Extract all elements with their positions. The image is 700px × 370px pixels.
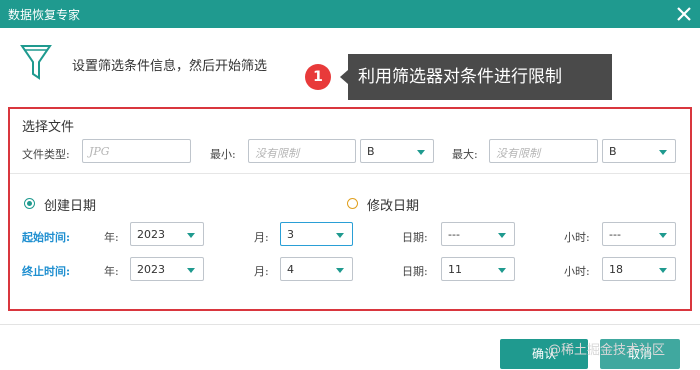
end-month-label: 月:	[254, 265, 269, 278]
filter-icon	[20, 45, 52, 80]
file-type-placeholder: JPG	[89, 145, 110, 158]
start-year-select[interactable]: 2023	[130, 222, 204, 246]
chevron-down-icon	[659, 268, 667, 273]
callout-number-badge: 1	[305, 64, 331, 90]
watermark: @稀土掘金技术社区	[548, 343, 666, 358]
start-month-label: 月:	[254, 231, 269, 244]
chevron-down-icon	[417, 150, 425, 155]
max-size-input[interactable]: 没有限制	[489, 139, 598, 163]
modified-date-label: 修改日期	[367, 199, 420, 214]
min-unit-value: B	[367, 145, 375, 158]
title-bar: 数据恢复专家	[0, 0, 700, 28]
start-year-value: 2023	[137, 228, 165, 241]
max-unit-value: B	[609, 145, 617, 158]
min-size-label: 最小:	[210, 148, 236, 161]
end-time-label: 终止时间:	[22, 265, 71, 278]
window-title: 数据恢复专家	[8, 8, 81, 22]
end-hour-value: 18	[609, 263, 623, 276]
end-hour-select[interactable]: 18	[602, 257, 676, 281]
min-size-input[interactable]: 没有限制	[248, 139, 356, 163]
end-day-value: 11	[448, 263, 462, 276]
max-unit-select[interactable]: B	[602, 139, 676, 163]
file-section-title: 选择文件	[22, 120, 75, 135]
created-date-radio[interactable]	[24, 198, 35, 209]
end-day-label: 日期:	[402, 265, 428, 278]
close-icon[interactable]	[674, 4, 694, 24]
chevron-down-icon	[659, 233, 667, 238]
end-month-select[interactable]: 4	[280, 257, 353, 281]
end-year-select[interactable]: 2023	[130, 257, 204, 281]
file-type-label: 文件类型:	[22, 148, 70, 161]
footer-divider	[0, 324, 700, 325]
chevron-down-icon	[498, 233, 506, 238]
start-day-label: 日期:	[402, 231, 428, 244]
chevron-down-icon	[498, 268, 506, 273]
header-instruction: 设置筛选条件信息，然后开始筛选	[72, 59, 268, 74]
end-day-select[interactable]: 11	[441, 257, 515, 281]
chevron-down-icon	[187, 233, 195, 238]
start-hour-value: ---	[609, 228, 621, 241]
end-year-value: 2023	[137, 263, 165, 276]
chevron-down-icon	[336, 268, 344, 273]
chevron-down-icon	[336, 233, 344, 238]
start-hour-label: 小时:	[564, 231, 590, 244]
min-unit-select[interactable]: B	[360, 139, 434, 163]
created-date-label: 创建日期	[44, 199, 97, 214]
start-day-select[interactable]: ---	[441, 222, 515, 246]
max-size-label: 最大:	[452, 148, 478, 161]
modified-date-radio[interactable]	[347, 198, 358, 209]
start-month-select[interactable]: 3	[280, 222, 353, 246]
min-size-placeholder: 没有限制	[255, 147, 299, 160]
end-hour-label: 小时:	[564, 265, 590, 278]
callout-tooltip: 利用筛选器对条件进行限制	[348, 54, 612, 100]
start-month-value: 3	[287, 228, 294, 241]
file-type-input[interactable]: JPG	[82, 139, 191, 163]
start-day-value: ---	[448, 228, 460, 241]
chevron-down-icon	[187, 268, 195, 273]
start-year-label: 年:	[104, 231, 119, 244]
end-year-label: 年:	[104, 265, 119, 278]
end-month-value: 4	[287, 263, 294, 276]
max-size-placeholder: 没有限制	[496, 147, 540, 160]
start-hour-select[interactable]: ---	[602, 222, 676, 246]
callout-pointer	[340, 70, 348, 84]
start-time-label: 起始时间:	[22, 231, 71, 244]
chevron-down-icon	[659, 150, 667, 155]
section-divider	[10, 173, 690, 174]
